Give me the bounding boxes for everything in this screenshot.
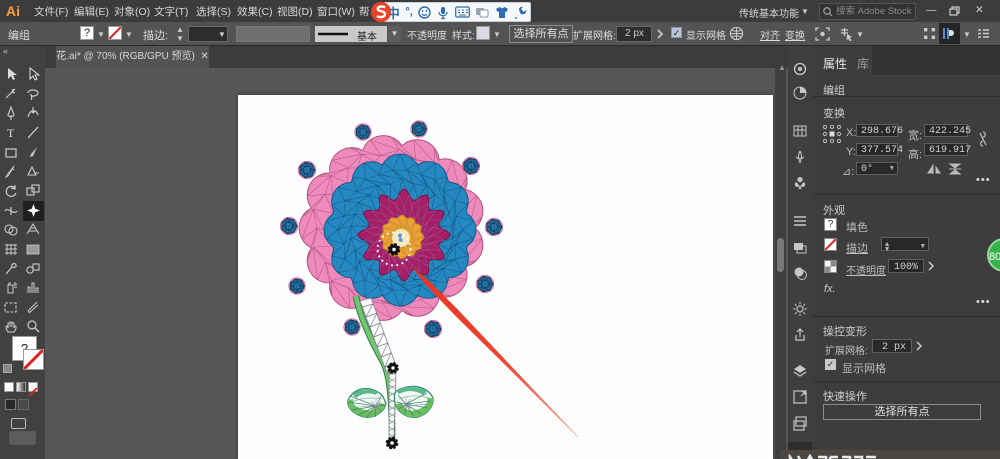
svg-text:T: T xyxy=(7,126,15,140)
svg-text:80: 80 xyxy=(989,251,1000,263)
